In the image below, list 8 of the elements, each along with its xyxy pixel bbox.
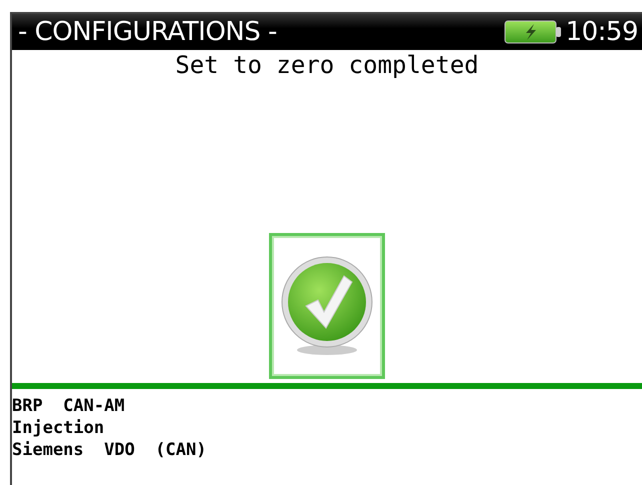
screen-title: - CONFIGURATIONS - bbox=[18, 17, 277, 47]
clock-time: 10:59 bbox=[566, 17, 638, 47]
status-message: Set to zero completed bbox=[174, 50, 480, 80]
vehicle-info-line: Siemens VDO (CAN) bbox=[12, 439, 208, 461]
battery-icon bbox=[504, 20, 562, 44]
vehicle-info-line: Injection bbox=[12, 417, 106, 439]
vehicle-info-line: BRP CAN-AM bbox=[12, 395, 126, 417]
check-mark-icon bbox=[280, 254, 374, 358]
